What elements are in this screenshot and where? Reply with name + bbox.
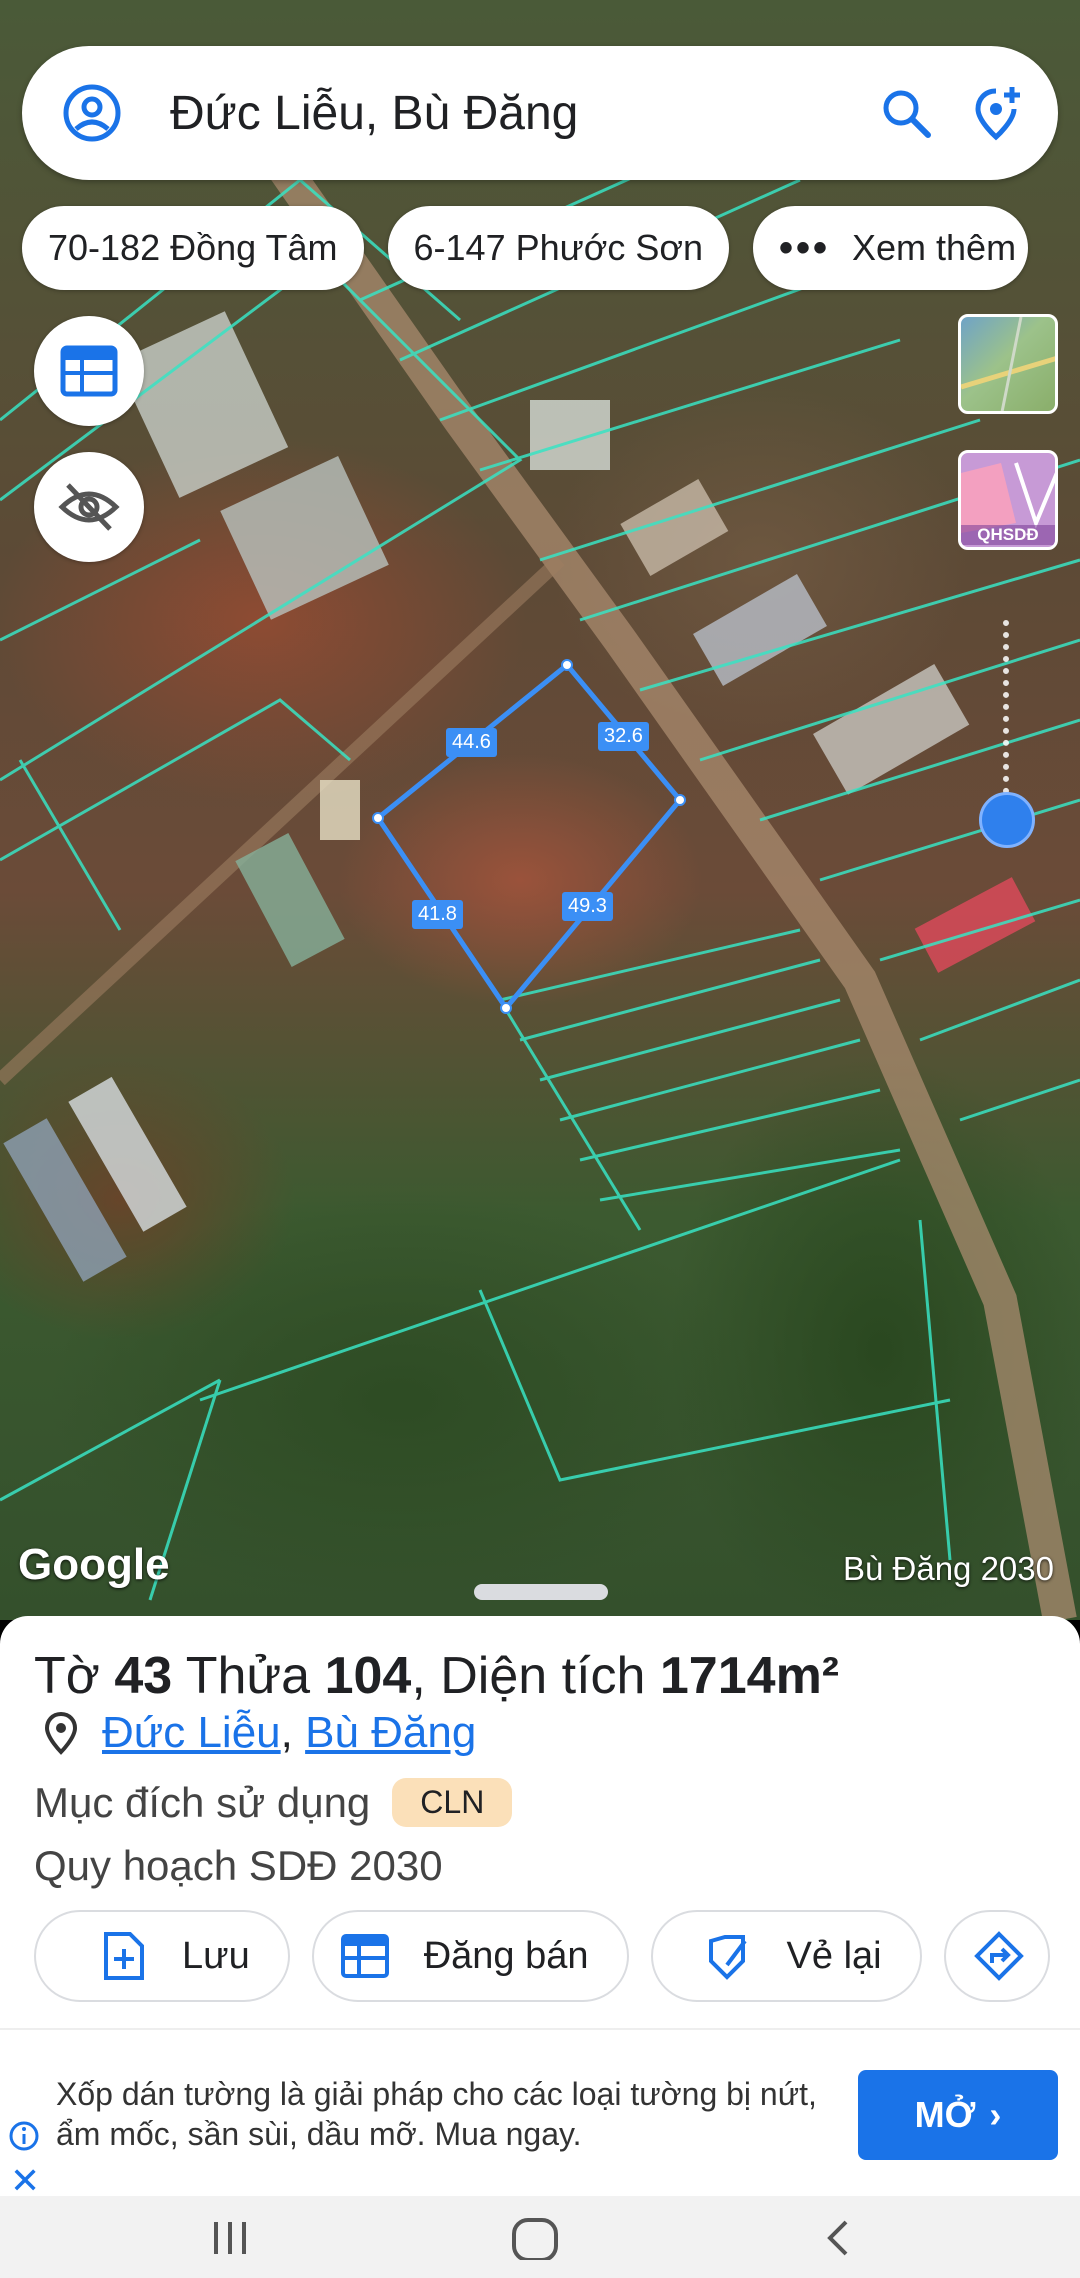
table-view-button[interactable] xyxy=(34,316,144,426)
commune-link[interactable]: Đức Liễu xyxy=(102,1708,281,1758)
parcel-location: Đức Liễu, Bù Đăng xyxy=(44,1708,476,1758)
post-sale-button[interactable]: Đăng bán xyxy=(311,1910,629,2002)
save-button[interactable]: Lưu xyxy=(34,1910,290,2002)
chip-label: Xem thêm xyxy=(852,227,1017,268)
opacity-slider-knob[interactable] xyxy=(979,792,1035,848)
info-icon[interactable] xyxy=(8,2120,40,2152)
edge-length-label: 32.6 xyxy=(598,722,649,751)
edge-length-label: 44.6 xyxy=(446,728,497,757)
district-link[interactable]: Bù Đăng xyxy=(305,1708,476,1758)
ad-banner[interactable]: ✕ Xốp dán tường là giải pháp cho các loạ… xyxy=(0,2028,1080,2201)
edge-length-label: 41.8 xyxy=(412,900,463,929)
qhsdd-layer-thumb[interactable]: QHSDĐ xyxy=(958,450,1058,550)
directions-button[interactable] xyxy=(943,1910,1050,2002)
add-location-icon[interactable] xyxy=(968,85,1024,141)
redraw-label: Vẻ lại xyxy=(786,1934,882,1977)
table-icon xyxy=(340,1934,389,1978)
open-ad-label: MỞ xyxy=(914,2094,976,2135)
toggle-visibility-button[interactable] xyxy=(34,452,144,562)
more-icon: ••• xyxy=(778,225,830,270)
chevron-right-icon: › xyxy=(989,2094,1002,2135)
purpose-label: Mục đích sử dụng xyxy=(34,1778,371,1826)
search-icon[interactable] xyxy=(878,85,934,141)
location-pin-icon xyxy=(44,1711,78,1755)
chip-phuoc-son[interactable]: 6-147 Phước Sơn xyxy=(387,206,729,290)
directions-icon xyxy=(973,1931,1024,1981)
parcel-info-sheet: Tờ 43 Thửa 104, Diện tích 1714m² Đức Liễ… xyxy=(0,1616,1080,2028)
post-sale-label: Đăng bán xyxy=(423,1934,589,1977)
parcel-title: Tờ 43 Thửa 104, Diện tích 1714m² xyxy=(34,1646,839,1706)
table-icon xyxy=(60,345,118,397)
land-use-purpose: Mục đích sử dụng CLN xyxy=(34,1778,513,1827)
google-attribution: Google xyxy=(18,1540,170,1589)
map-layer-icon xyxy=(961,317,1055,411)
recent-apps-icon[interactable] xyxy=(208,2216,252,2260)
lot-prefix: Thửa xyxy=(185,1647,311,1705)
lot-number: 104 xyxy=(324,1647,412,1705)
chip-label: 6-147 Phước Sơn xyxy=(413,227,703,268)
chip-more[interactable]: ••• Xem thêm xyxy=(752,206,1029,290)
redraw-button[interactable]: Vẻ lại xyxy=(650,1910,922,2002)
search-title[interactable]: Đức Liễu, Bù Đăng xyxy=(170,86,878,141)
edge-length-label: 49.3 xyxy=(562,892,613,921)
open-ad-button[interactable]: MỞ › xyxy=(858,2070,1058,2160)
sheet-number: 43 xyxy=(114,1647,173,1705)
back-icon[interactable] xyxy=(818,2216,858,2260)
plan-year-label: Bù Đăng 2030 xyxy=(842,1550,1054,1587)
satellite-layer-thumb[interactable] xyxy=(958,314,1058,414)
sheet-prefix: Tờ xyxy=(34,1647,100,1705)
chip-dong-tam[interactable]: 70-182 Đồng Tâm xyxy=(22,206,364,290)
qhsdd-label: QHSDĐ xyxy=(961,525,1055,545)
sheet-drag-handle[interactable] xyxy=(474,1584,608,1600)
plan-text: Quy hoạch SDĐ 2030 xyxy=(34,1842,443,1889)
home-icon[interactable] xyxy=(510,2216,560,2260)
draw-icon xyxy=(708,1935,747,1980)
chip-label: 70-182 Đồng Tâm xyxy=(48,227,338,268)
eye-off-icon xyxy=(58,483,120,531)
save-label: Lưu xyxy=(182,1934,250,1977)
area-value: 1714m² xyxy=(659,1647,840,1705)
ad-text: Xốp dán tường là giải pháp cho các loại … xyxy=(56,2076,817,2152)
account-icon[interactable] xyxy=(62,83,122,143)
add-file-icon xyxy=(104,1932,144,1980)
purpose-code-badge: CLN xyxy=(392,1778,513,1827)
search-bar[interactable]: Đức Liễu, Bù Đăng xyxy=(22,46,1058,180)
area-prefix: , Diện tích xyxy=(411,1647,646,1705)
map-view[interactable]: 44.6 32.6 41.8 49.3 Đức Liễu, Bù Đăng 70… xyxy=(0,0,1080,1620)
system-nav-bar xyxy=(0,2196,1080,2278)
